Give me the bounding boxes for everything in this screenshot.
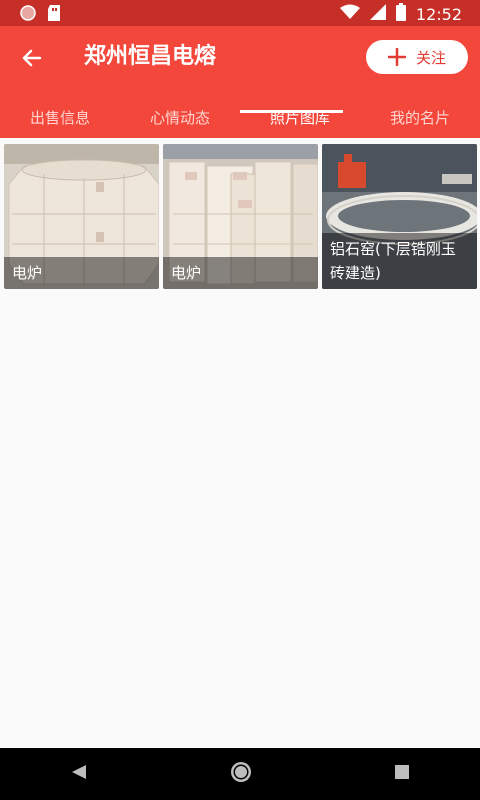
tab-label: 我的名片 <box>389 108 450 127</box>
tab-photo-gallery[interactable]: 照片图库 <box>270 96 330 138</box>
back-triangle-icon[interactable] <box>70 763 88 785</box>
follow-label: 关注 <box>415 48 446 67</box>
tab-label: 心情动态 <box>149 108 210 127</box>
clock: 12:52 <box>415 4 462 24</box>
recents-square-icon[interactable] <box>394 764 410 784</box>
tab-bar: 出售信息 心情动态 照片图库 我的名片 <box>0 96 480 138</box>
battery-icon <box>395 3 406 25</box>
record-icon <box>20 5 36 25</box>
active-tab-indicator <box>240 110 343 113</box>
app-bar: 郑州恒昌电熔 关注 出售信息 心情动态 照片图库 我的名片 <box>0 26 480 138</box>
photo-caption: 电炉 <box>4 257 159 289</box>
tab-moments[interactable]: 心情动态 <box>150 96 210 138</box>
sd-card-icon <box>48 5 62 25</box>
photo-card[interactable]: 电炉 <box>4 144 159 289</box>
photo-card[interactable]: 铝石窑(下层锆刚玉砖建造) <box>322 144 477 289</box>
photo-card[interactable]: 电炉 <box>163 144 318 289</box>
home-circle-icon[interactable] <box>229 760 253 788</box>
signal-icon <box>369 4 386 24</box>
status-bar: 12:52 <box>0 0 480 26</box>
tab-for-sale[interactable]: 出售信息 <box>30 96 90 138</box>
tab-business-card[interactable]: 我的名片 <box>390 96 450 138</box>
tab-label: 出售信息 <box>29 108 90 127</box>
follow-button[interactable]: 关注 <box>366 40 468 74</box>
photo-caption: 电炉 <box>163 257 318 289</box>
plus-icon <box>387 48 406 66</box>
system-nav-bar <box>0 748 480 800</box>
wifi-icon <box>339 4 360 24</box>
photo-gallery: 电炉 电炉 铝石窑(下层锆刚玉砖建造) <box>4 144 477 289</box>
back-arrow-icon <box>22 49 42 67</box>
back-button[interactable] <box>18 44 46 72</box>
page-title: 郑州恒昌电熔 <box>84 44 217 69</box>
photo-caption: 铝石窑(下层锆刚玉砖建造) <box>322 233 477 289</box>
